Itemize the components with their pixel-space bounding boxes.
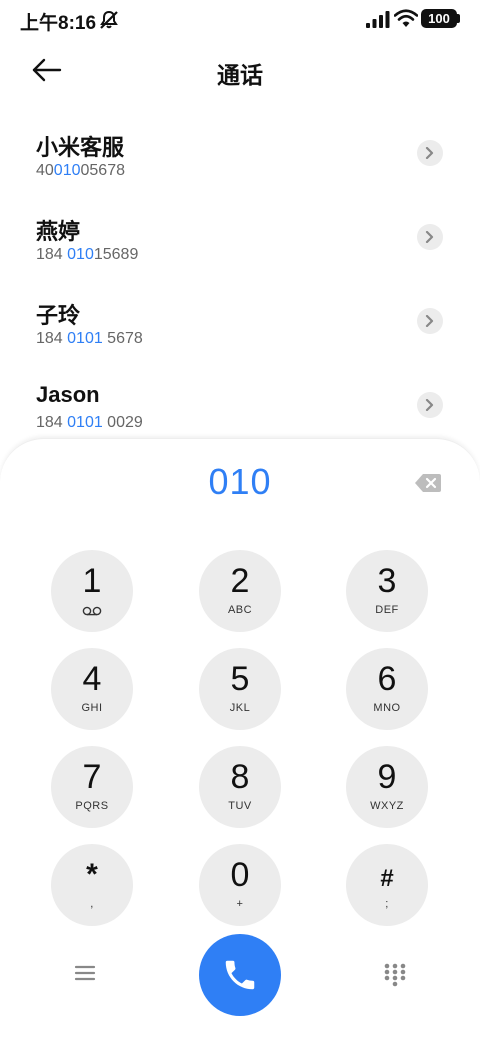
key-letters: GHI	[81, 702, 103, 714]
number-prefix: 184	[36, 330, 68, 347]
dial-input[interactable]: 010	[0, 461, 480, 503]
number-suffix: 15689	[93, 246, 139, 263]
key-digit: 8	[230, 758, 250, 796]
number-prefix: 184	[36, 246, 68, 263]
number-prefix: 184	[36, 414, 68, 431]
key-digit: 9	[377, 758, 397, 796]
key-letters: JKL	[229, 702, 251, 714]
contact-item[interactable]: 小米客服 4001005678	[0, 116, 480, 200]
wifi-icon	[394, 9, 418, 27]
key-hash[interactable]: # ;	[346, 844, 428, 926]
contact-number: 184 0101 5678	[36, 330, 143, 348]
keypad-icon[interactable]	[382, 962, 408, 988]
number-prefix: 40	[36, 162, 54, 179]
key-letters: +	[236, 898, 244, 910]
battery-indicator: 100	[421, 9, 457, 28]
number-match: 010	[67, 246, 94, 263]
key-digit: 3	[377, 562, 397, 600]
voicemail-icon	[82, 606, 102, 616]
status-bar: 上午8:16 100	[0, 0, 480, 40]
page-title: 通话	[217, 62, 263, 88]
menu-icon[interactable]	[72, 962, 98, 984]
contact-detail-button[interactable]	[417, 392, 443, 418]
key-letters: MNO	[373, 702, 401, 714]
key-letters: ;	[385, 898, 389, 910]
key-3[interactable]: 3 DEF	[346, 550, 428, 632]
key-letters: PQRS	[75, 800, 109, 812]
contact-name: 小米客服	[36, 135, 125, 160]
key-letters: DEF	[375, 604, 399, 616]
status-time: 上午8:16	[20, 13, 97, 34]
contact-number: 184 01015689	[36, 246, 138, 264]
key-digit: 1	[82, 562, 102, 600]
key-digit: 4	[82, 660, 102, 698]
contact-name: Jason	[36, 382, 100, 407]
chevron-right-icon	[425, 315, 434, 327]
contact-name: 子玲	[36, 303, 81, 328]
contact-number: 4001005678	[36, 162, 125, 180]
signal-icon	[366, 11, 390, 28]
contact-list: 小米客服 4001005678 燕婷 184 01015689 子玲 184 0…	[0, 116, 480, 452]
key-digit: #	[380, 865, 394, 892]
chevron-right-icon	[425, 231, 434, 243]
key-digit: 0	[230, 856, 250, 894]
key-digit: 7	[82, 758, 102, 796]
key-letters: ,	[90, 898, 94, 910]
chevron-right-icon	[425, 399, 434, 411]
contact-detail-button[interactable]	[417, 308, 443, 334]
backspace-icon[interactable]	[414, 473, 442, 493]
bell-off-icon	[100, 10, 118, 29]
contact-item[interactable]: 燕婷 184 01015689	[0, 200, 480, 284]
key-1[interactable]: 1	[51, 550, 133, 632]
key-digit: *	[86, 858, 98, 891]
number-match: 010	[53, 162, 81, 179]
header: 通话	[0, 46, 480, 96]
key-letters: WXYZ	[370, 800, 404, 812]
number-suffix: 0029	[102, 414, 143, 431]
number-match: 0101	[67, 414, 103, 431]
key-6[interactable]: 6 MNO	[346, 648, 428, 730]
contact-name: 燕婷	[36, 219, 81, 244]
key-digit: 5	[230, 660, 250, 698]
key-0[interactable]: 0 +	[199, 844, 281, 926]
contact-detail-button[interactable]	[417, 224, 443, 250]
contact-item[interactable]: 子玲 184 0101 5678	[0, 284, 480, 368]
chevron-right-icon	[425, 147, 434, 159]
number-match: 0101	[67, 330, 103, 347]
key-digit: 6	[377, 660, 397, 698]
key-5[interactable]: 5 JKL	[199, 648, 281, 730]
battery-tip	[457, 14, 460, 23]
key-letters: ABC	[227, 604, 253, 616]
key-2[interactable]: 2 ABC	[199, 550, 281, 632]
contact-detail-button[interactable]	[417, 140, 443, 166]
number-suffix: 5678	[102, 330, 143, 347]
contact-number: 184 0101 0029	[36, 414, 143, 432]
phone-icon	[225, 960, 255, 990]
call-button[interactable]	[199, 934, 281, 1016]
key-7[interactable]: 7 PQRS	[51, 746, 133, 828]
key-star[interactable]: * ,	[51, 844, 133, 926]
key-digit: 2	[230, 562, 250, 600]
key-letters: TUV	[228, 800, 252, 812]
key-4[interactable]: 4 GHI	[51, 648, 133, 730]
key-9[interactable]: 9 WXYZ	[346, 746, 428, 828]
number-suffix: 05678	[80, 162, 126, 179]
key-8[interactable]: 8 TUV	[199, 746, 281, 828]
